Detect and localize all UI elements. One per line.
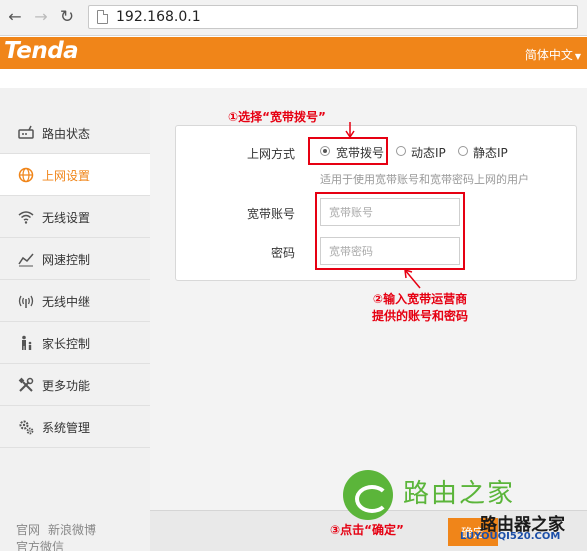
watermark-title: 路由之家	[403, 479, 516, 509]
annotation-arrows	[345, 122, 444, 533]
annotation-step3: ③点击“确定”	[330, 523, 404, 537]
watermark-logo-icon	[343, 470, 393, 520]
annotation-step2-line1: ②输入宽带运营商	[372, 292, 468, 306]
watermark-url: LUYOUQI520.COM	[460, 531, 561, 542]
annotation-step2-line2: 提供的账号和密码	[371, 309, 468, 323]
annotation-step2: ②输入宽带运营商 提供的账号和密码	[355, 291, 485, 325]
